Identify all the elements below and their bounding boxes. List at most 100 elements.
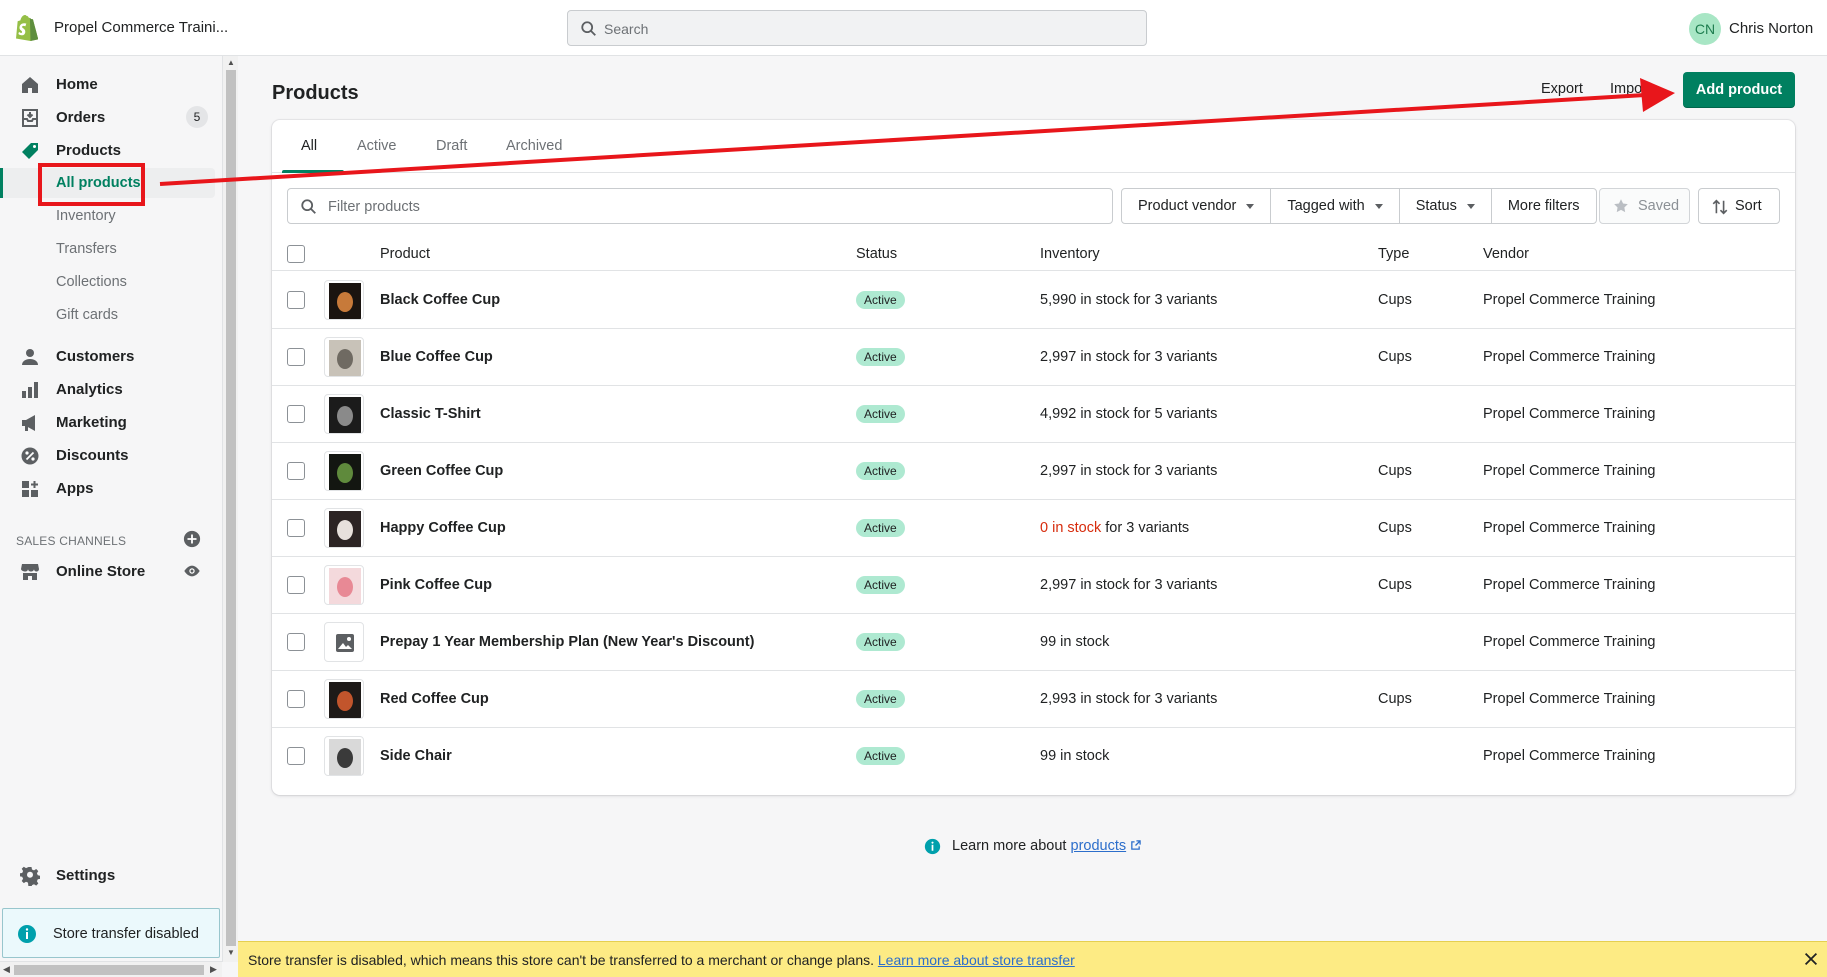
table-row[interactable]: Prepay 1 Year Membership Plan (New Year'… bbox=[272, 614, 1795, 671]
product-name-link[interactable]: Red Coffee Cup bbox=[380, 691, 489, 707]
product-name-link[interactable]: Prepay 1 Year Membership Plan (New Year'… bbox=[380, 634, 754, 650]
table-row[interactable]: Side Chair Active 99 in stock Propel Commer… bbox=[272, 728, 1795, 785]
sort-button[interactable]: Sort bbox=[1698, 188, 1780, 224]
column-header-inventory[interactable]: Inventory bbox=[1040, 246, 1100, 262]
sidebar-item-orders[interactable]: Orders 5 bbox=[0, 102, 222, 132]
tab-all[interactable]: All bbox=[301, 138, 317, 154]
scrollbar-thumb[interactable] bbox=[226, 70, 236, 946]
row-checkbox[interactable] bbox=[287, 633, 305, 651]
user-name[interactable]: Chris Norton bbox=[1729, 20, 1813, 37]
tab-active[interactable]: Active bbox=[357, 138, 397, 154]
column-header-type[interactable]: Type bbox=[1378, 246, 1409, 262]
table-row[interactable]: Green Coffee Cup Active 2,997 in stock for… bbox=[272, 443, 1795, 500]
sidebar-item-label: Transfers bbox=[56, 241, 117, 257]
product-thumbnail[interactable] bbox=[324, 736, 364, 776]
more-filters-button[interactable]: More filters bbox=[1492, 189, 1596, 223]
store-transfer-link[interactable]: Learn more about store transfer bbox=[878, 952, 1075, 968]
status-filter[interactable]: Status bbox=[1400, 189, 1492, 223]
scroll-right-arrow-icon[interactable]: ▶ bbox=[210, 964, 217, 975]
table-row[interactable]: Happy Coffee Cup Active 0 in stock for 3 v… bbox=[272, 500, 1795, 557]
close-icon[interactable] bbox=[1802, 950, 1820, 968]
product-name-link[interactable]: Classic T-Shirt bbox=[380, 406, 481, 422]
scroll-down-arrow-icon[interactable]: ▼ bbox=[227, 948, 235, 957]
tab-draft[interactable]: Draft bbox=[436, 138, 467, 154]
scroll-left-arrow-icon[interactable]: ◀ bbox=[3, 964, 10, 975]
product-name-link[interactable]: Side Chair bbox=[380, 748, 452, 764]
saved-button[interactable]: Saved bbox=[1599, 188, 1690, 224]
eye-icon[interactable] bbox=[183, 564, 201, 578]
table-row[interactable]: Black Coffee Cup Active 5,990 in stock for… bbox=[272, 272, 1795, 329]
tagged-with-filter[interactable]: Tagged with bbox=[1271, 189, 1400, 223]
product-name-link[interactable]: Happy Coffee Cup bbox=[380, 520, 506, 536]
scroll-up-arrow-icon[interactable]: ▲ bbox=[227, 58, 235, 67]
sidebar-item-products[interactable]: Products bbox=[0, 135, 222, 165]
sidebar-horizontal-scrollbar[interactable]: ◀ ▶ bbox=[0, 961, 222, 977]
sidebar-item-discounts[interactable]: Discounts bbox=[0, 440, 222, 470]
sidebar-item-customers[interactable]: Customers bbox=[0, 341, 222, 371]
import-button[interactable]: Import bbox=[1610, 81, 1651, 97]
sidebar-item-marketing[interactable]: Marketing bbox=[0, 407, 222, 437]
table-row[interactable]: Pink Coffee Cup Active 2,997 in stock for … bbox=[272, 557, 1795, 614]
add-sales-channel-icon[interactable] bbox=[183, 530, 201, 548]
filter-button-group: Product vendor Tagged with Status More f… bbox=[1121, 188, 1597, 224]
sidebar-item-analytics[interactable]: Analytics bbox=[0, 374, 222, 404]
transfer-notice-label: Store transfer disabled bbox=[53, 926, 199, 942]
row-checkbox[interactable] bbox=[287, 747, 305, 765]
add-product-button[interactable]: Add product bbox=[1683, 72, 1795, 108]
sidebar-item-label: Apps bbox=[56, 480, 94, 497]
product-thumbnail[interactable] bbox=[324, 508, 364, 548]
image-placeholder-icon[interactable] bbox=[324, 622, 364, 662]
product-thumbnail[interactable] bbox=[324, 565, 364, 605]
sidebar-item-label: Inventory bbox=[56, 208, 116, 224]
table-row[interactable]: Red Coffee Cup Active 2,993 in stock for 3… bbox=[272, 671, 1795, 728]
product-thumbnail[interactable] bbox=[324, 451, 364, 491]
horizontal-scrollbar-thumb[interactable] bbox=[14, 965, 204, 975]
shopify-logo-icon[interactable] bbox=[14, 14, 38, 42]
product-thumbnail[interactable] bbox=[324, 394, 364, 434]
sidebar-item-settings[interactable]: Settings bbox=[0, 860, 222, 890]
export-button[interactable]: Export bbox=[1541, 81, 1583, 97]
active-indicator bbox=[0, 168, 3, 198]
avatar[interactable]: CN bbox=[1689, 13, 1721, 45]
product-name-link[interactable]: Green Coffee Cup bbox=[380, 463, 503, 479]
row-checkbox[interactable] bbox=[287, 519, 305, 537]
store-transfer-notice[interactable]: Store transfer disabled bbox=[2, 908, 220, 958]
sidebar-item-gift-cards[interactable]: Gift cards bbox=[0, 300, 222, 330]
column-header-vendor[interactable]: Vendor bbox=[1483, 246, 1529, 262]
column-header-product[interactable]: Product bbox=[380, 246, 430, 262]
product-type-cell: Cups bbox=[1378, 349, 1412, 365]
select-all-checkbox[interactable] bbox=[287, 245, 305, 263]
row-checkbox[interactable] bbox=[287, 348, 305, 366]
row-checkbox[interactable] bbox=[287, 690, 305, 708]
sidebar-item-collections[interactable]: Collections bbox=[0, 267, 222, 297]
inventory-cell: 2,997 in stock for 3 variants bbox=[1040, 349, 1217, 365]
product-thumbnail[interactable] bbox=[324, 280, 364, 320]
search-input[interactable]: Search bbox=[567, 10, 1147, 46]
products-help-link[interactable]: products bbox=[1071, 838, 1127, 854]
product-name-link[interactable]: Pink Coffee Cup bbox=[380, 577, 492, 593]
sidebar-item-online-store[interactable]: Online Store bbox=[0, 556, 222, 586]
product-name-link[interactable]: Blue Coffee Cup bbox=[380, 349, 493, 365]
inventory-cell: 2,997 in stock for 3 variants bbox=[1040, 577, 1217, 593]
row-checkbox[interactable] bbox=[287, 405, 305, 423]
store-name[interactable]: Propel Commerce Traini... bbox=[54, 19, 228, 36]
product-vendor-filter[interactable]: Product vendor bbox=[1122, 189, 1272, 223]
product-name-link[interactable]: Black Coffee Cup bbox=[380, 292, 500, 308]
sidebar-item-transfers[interactable]: Transfers bbox=[0, 234, 222, 264]
row-checkbox[interactable] bbox=[287, 291, 305, 309]
filter-products-input[interactable]: Filter products bbox=[287, 188, 1113, 224]
inventory-text: 5,990 in stock for 3 variants bbox=[1040, 292, 1218, 308]
sidebar-item-home[interactable]: Home bbox=[0, 69, 222, 99]
product-thumbnail[interactable] bbox=[324, 337, 364, 377]
table-row[interactable]: Blue Coffee Cup Active 2,997 in stock for … bbox=[272, 329, 1795, 386]
inventory-text: 4,992 in stock for 5 variants bbox=[1040, 406, 1218, 422]
row-checkbox[interactable] bbox=[287, 462, 305, 480]
sidebar-item-apps[interactable]: Apps bbox=[0, 473, 222, 503]
inventory-text: for 3 variants bbox=[1101, 520, 1190, 536]
column-header-status[interactable]: Status bbox=[856, 246, 897, 262]
row-checkbox[interactable] bbox=[287, 576, 305, 594]
sidebar-scrollbar[interactable]: ▲ ▼ bbox=[222, 56, 238, 962]
product-thumbnail[interactable] bbox=[324, 679, 364, 719]
tab-archived[interactable]: Archived bbox=[506, 138, 562, 154]
table-row[interactable]: Classic T-Shirt Active 4,992 in stock for … bbox=[272, 386, 1795, 443]
